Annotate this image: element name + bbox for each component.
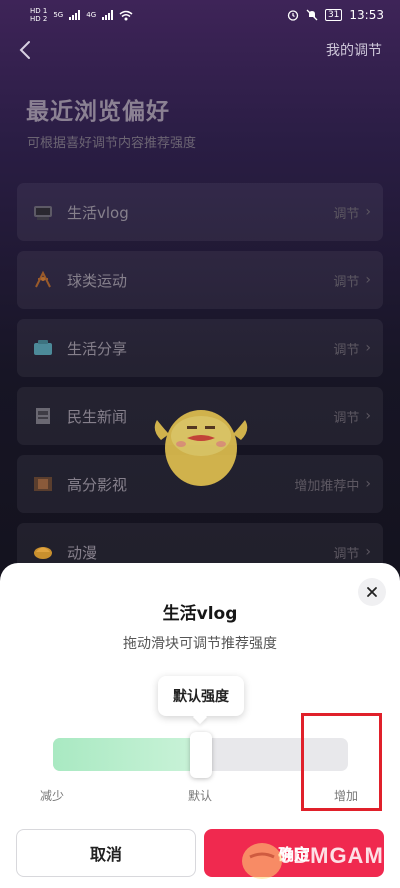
cancel-label: 取消 xyxy=(89,845,122,864)
scale-mid-label: 默认 xyxy=(188,789,213,803)
category-action: 调节 xyxy=(333,206,360,222)
sheet-title: 生活vlog xyxy=(162,604,238,624)
mute-icon xyxy=(306,9,318,21)
strength-slider-thumb[interactable] xyxy=(190,732,212,778)
sim-indicator: HD 1 HD 2 xyxy=(30,7,47,23)
category-list: 生活vlog 调节 › 球类运动 调节 › 生活分享 调节 › 民生新闻 调节 … xyxy=(17,183,383,591)
status-bar: HD 1 HD 2 5G 4G 31 13:53 xyxy=(0,0,400,30)
signal1-icon xyxy=(69,10,81,20)
back-button[interactable] xyxy=(14,38,38,62)
news-icon xyxy=(31,404,55,428)
wifi-icon xyxy=(119,10,133,20)
chevron-right-icon: › xyxy=(365,476,371,492)
category-action: 调节 xyxy=(333,342,360,358)
close-icon xyxy=(367,587,377,597)
page-title: 最近浏览偏好 xyxy=(26,99,170,125)
signal2-icon xyxy=(102,10,114,20)
category-label: 生活分享 xyxy=(67,339,128,358)
anime-icon xyxy=(31,540,55,564)
category-item-vlog[interactable]: 生活vlog 调节 › xyxy=(17,183,383,241)
network2-label: 4G xyxy=(86,11,97,19)
category-label: 动漫 xyxy=(67,543,98,562)
annotation-highlight-box xyxy=(301,713,382,811)
sim2-label: HD 2 xyxy=(30,15,48,23)
sheet-description: 拖动滑块可调节推荐强度 xyxy=(123,636,277,652)
category-action: 增加推荐中 xyxy=(294,478,360,494)
page-subtitle: 可根据喜好调节内容推荐强度 xyxy=(27,136,197,151)
status-left: HD 1 HD 2 5G 4G xyxy=(30,7,133,23)
battery-icon: 31 xyxy=(324,9,343,21)
category-label: 生活vlog xyxy=(67,203,129,222)
chevron-right-icon: › xyxy=(365,544,371,560)
cancel-button[interactable]: 取消 xyxy=(16,829,196,877)
chevron-right-icon: › xyxy=(365,204,371,220)
scale-low-label: 减少 xyxy=(40,789,65,803)
adjust-sheet: 生活vlog 拖动滑块可调节推荐强度 默认强度 减少 默认 增加 取消 确定 9… xyxy=(0,563,400,888)
header: 我的调节 xyxy=(0,32,400,68)
chevron-right-icon: › xyxy=(365,408,371,424)
category-action: 调节 xyxy=(333,274,360,290)
film-icon xyxy=(31,472,55,496)
strength-tooltip: 默认强度 xyxy=(158,676,244,716)
battery-level: 31 xyxy=(327,10,340,20)
category-action: 调节 xyxy=(333,546,360,562)
clock: 13:53 xyxy=(349,8,384,22)
back-arrow-icon xyxy=(19,41,30,59)
share-icon xyxy=(31,336,55,360)
sim1-label: HD 1 xyxy=(30,7,48,15)
sports-icon xyxy=(31,268,55,292)
category-action: 调节 xyxy=(333,410,360,426)
status-right: 31 13:53 xyxy=(287,8,384,22)
tv-icon xyxy=(31,200,55,224)
alarm-icon xyxy=(287,10,299,21)
my-adjustments-link[interactable]: 我的调节 xyxy=(326,40,382,60)
mascot-watermark-icon xyxy=(154,410,248,486)
category-item-life-share[interactable]: 生活分享 调节 › xyxy=(17,319,383,377)
watermark-text: 9DMGAME xyxy=(280,843,400,868)
chevron-right-icon: › xyxy=(365,340,371,356)
tooltip-label: 默认强度 xyxy=(173,689,229,705)
category-item-ball-sports[interactable]: 球类运动 调节 › xyxy=(17,251,383,309)
network1-label: 5G xyxy=(53,11,64,19)
category-label: 球类运动 xyxy=(67,271,128,290)
strength-slider-fill xyxy=(53,738,191,771)
chevron-right-icon: › xyxy=(365,272,371,288)
